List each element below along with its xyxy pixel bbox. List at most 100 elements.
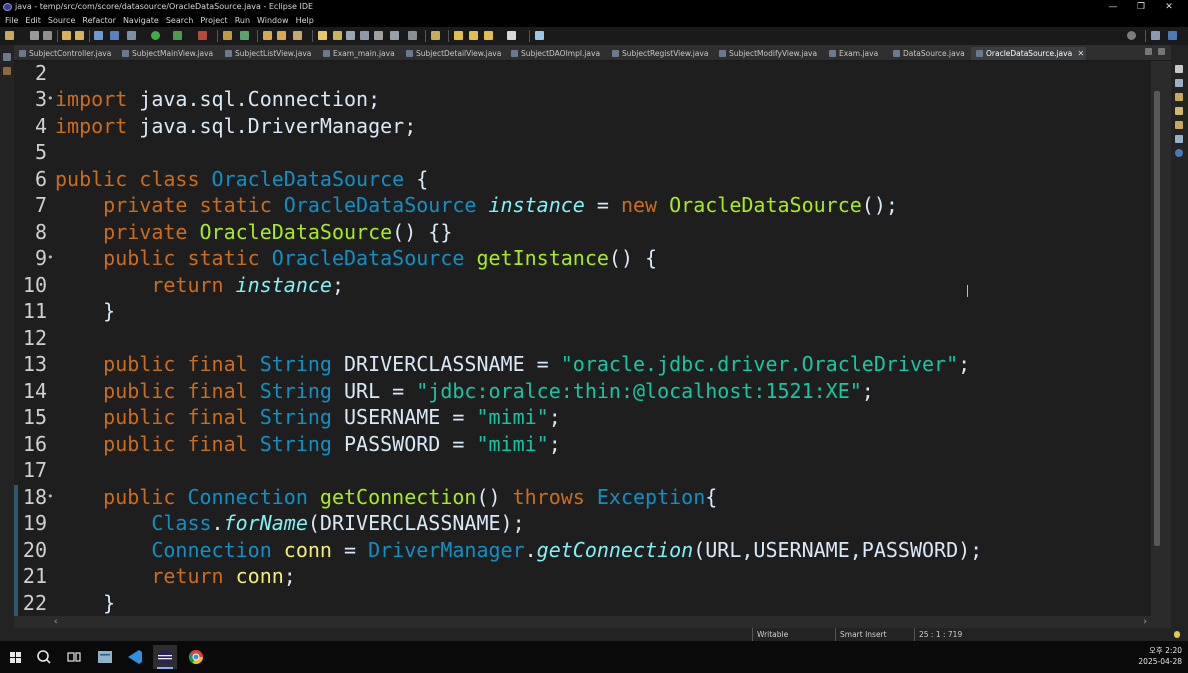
save-all-icon[interactable] (43, 31, 52, 40)
code-line[interactable]: 21 return conn; (14, 563, 1151, 590)
menu-file[interactable]: File (5, 14, 18, 27)
declaration-icon[interactable] (1175, 121, 1183, 129)
tab-subject-detail-view[interactable]: SubjectDetailView.java (406, 47, 501, 60)
package-explorer-icon[interactable] (3, 67, 11, 75)
close-button[interactable]: ✕ (1155, 0, 1183, 14)
code-line[interactable]: 5 (14, 139, 1151, 166)
search-icon[interactable] (1127, 31, 1136, 40)
new-class-icon[interactable] (240, 31, 249, 40)
tab-subject-dao-impl[interactable]: SubjectDAOImpl.java (511, 47, 600, 60)
open-task-icon[interactable] (277, 31, 286, 40)
code-line[interactable]: 22 } (14, 590, 1151, 617)
code-line[interactable]: 11 } (14, 298, 1151, 325)
task-view-icon[interactable] (62, 645, 86, 669)
menu-help[interactable]: Help (296, 14, 314, 27)
code-line[interactable]: 18 • public Connection getConnection() th… (14, 484, 1151, 511)
code-line[interactable]: 10 return instance; (14, 272, 1151, 299)
chrome-app-icon[interactable] (184, 645, 208, 669)
menu-search[interactable]: Search (166, 14, 193, 27)
back-icon[interactable] (469, 31, 478, 40)
code-line[interactable]: 19 Class.forName(DRIVERCLASSNAME); (14, 510, 1151, 537)
code-line[interactable]: 17 (14, 457, 1151, 484)
tab-data-source[interactable]: DataSource.java (893, 47, 965, 60)
scroll-left-icon[interactable]: ‹ (54, 616, 58, 628)
tab-subject-modify-view[interactable]: SubjectModifyView.java (719, 47, 817, 60)
skip-breakpoints-icon[interactable] (110, 31, 119, 40)
undo-icon[interactable] (62, 31, 71, 40)
toggle-mark-occurrences-icon[interactable] (318, 31, 327, 40)
code-line[interactable]: 8 private OracleDataSource() {} (14, 219, 1151, 246)
tab-exam-main[interactable]: Exam_main.java (323, 47, 395, 60)
external-tools-icon[interactable] (198, 31, 207, 40)
console-icon[interactable] (1175, 135, 1183, 143)
outline-icon[interactable] (1175, 65, 1183, 73)
show-whitespace-icon[interactable] (360, 31, 369, 40)
format-icon[interactable] (390, 31, 399, 40)
task-list-icon[interactable] (1175, 79, 1183, 87)
new-java-project-icon[interactable] (223, 31, 232, 40)
notepad-app-icon[interactable] (93, 645, 117, 669)
code-line[interactable]: 14 public final String URL = "jdbc:oralc… (14, 378, 1151, 405)
fold-marker-icon[interactable]: • (47, 245, 55, 272)
maximize-button[interactable]: ❐ (1127, 0, 1155, 14)
navigate-forward-icon[interactable] (507, 31, 516, 40)
javadoc-icon[interactable] (1175, 107, 1183, 115)
run-icon[interactable] (151, 31, 160, 40)
info-icon[interactable] (1175, 149, 1183, 157)
menu-edit[interactable]: Edit (25, 14, 41, 27)
open-perspective-icon[interactable] (1151, 31, 1160, 40)
code-line[interactable]: 15 public final String USERNAME = "mimi"… (14, 404, 1151, 431)
code-line[interactable]: 9 • public static OracleDataSource getIns… (14, 245, 1151, 272)
menu-window[interactable]: Window (257, 14, 289, 27)
system-clock[interactable]: 오후 2:20 2025-04-28 (1138, 645, 1182, 667)
code-line[interactable]: 2 (14, 61, 1151, 86)
code-line[interactable]: 16 public final String PASSWORD = "mimi"… (14, 431, 1151, 458)
tab-subject-main-view[interactable]: SubjectMainView.java (122, 47, 213, 60)
tab-subject-regist-view[interactable]: SubjectRegistView.java (612, 47, 708, 60)
word-wrap-icon[interactable] (374, 31, 383, 40)
pin-editor-icon[interactable] (535, 31, 544, 40)
redo-icon[interactable] (75, 31, 84, 40)
maximize-editor-icon[interactable] (1158, 48, 1165, 55)
code-line[interactable]: 12 (14, 325, 1151, 352)
vertical-scrollbar[interactable] (1151, 61, 1163, 616)
scroll-right-icon[interactable]: › (1143, 616, 1147, 628)
new-icon[interactable] (5, 31, 14, 40)
menu-navigate[interactable]: Navigate (123, 14, 159, 27)
menu-project[interactable]: Project (200, 14, 227, 27)
toggle-highlight-icon[interactable] (333, 31, 342, 40)
code-line[interactable]: 7 private static OracleDataSource instan… (14, 192, 1151, 219)
restore-icon[interactable] (3, 53, 11, 61)
code-line[interactable]: 4 import java.sql.DriverManager; (14, 113, 1151, 140)
vscode-app-icon[interactable] (123, 645, 147, 669)
menu-refactor[interactable]: Refactor (82, 14, 116, 27)
minimize-button[interactable]: — (1099, 0, 1127, 14)
fold-marker-icon[interactable]: • (47, 86, 55, 113)
last-edit-location-icon[interactable] (454, 31, 463, 40)
save-icon[interactable] (30, 31, 39, 40)
code-line[interactable]: 3 • import java.sql.Connection; (14, 86, 1151, 113)
tab-exam[interactable]: Exam.java (829, 47, 878, 60)
minimize-editor-icon[interactable] (1145, 48, 1152, 55)
java-perspective-icon[interactable] (1168, 31, 1177, 40)
code-line[interactable]: 13 public final String DRIVERCLASSNAME =… (14, 351, 1151, 378)
menu-run[interactable]: Run (235, 14, 250, 27)
open-type-icon[interactable] (263, 31, 272, 40)
next-annotation-icon[interactable] (408, 31, 417, 40)
search-taskbar-icon[interactable] (32, 645, 56, 669)
terminal-icon[interactable] (94, 31, 103, 40)
insert-mode-status[interactable]: Smart Insert (835, 628, 913, 641)
forward-icon[interactable] (484, 31, 493, 40)
tab-oracle-data-source[interactable]: OracleDataSource.java ✕ (971, 47, 1087, 60)
code-line[interactable]: 20 Connection conn = DriverManager.getCo… (14, 537, 1151, 564)
code-editor[interactable]: 2 3 • import java.sql.Connection; 4 import ja… (14, 61, 1151, 616)
coverage-icon[interactable] (173, 31, 182, 40)
problems-icon[interactable] (1175, 93, 1183, 101)
block-selection-icon[interactable] (346, 31, 355, 40)
code-line[interactable]: 6 public class OracleDataSource { (14, 166, 1151, 193)
horizontal-scrollbar[interactable]: ‹ › (50, 616, 1151, 628)
tab-subject-list-view[interactable]: SubjectListView.java (225, 47, 311, 60)
fold-marker-icon[interactable]: • (47, 484, 55, 511)
eclipse-app-icon[interactable] (153, 645, 177, 669)
windows-start-icon[interactable] (4, 645, 28, 669)
